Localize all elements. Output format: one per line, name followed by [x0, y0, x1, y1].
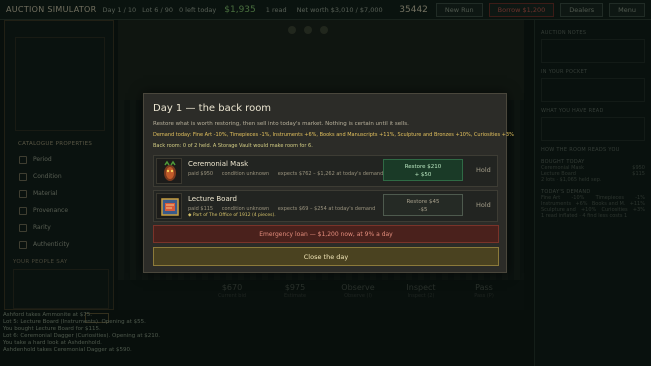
close-day-button[interactable]: Close the day [153, 247, 499, 266]
restore-cost: Restore $45 [406, 199, 440, 205]
item-name: Ceremonial Mask [188, 160, 249, 168]
item-expects: expects $69 – $254 at today's demand [277, 206, 376, 212]
lecture-board-icon [156, 193, 182, 219]
restore-gain: -$5 [418, 207, 428, 213]
item-condition: condition unknown [221, 171, 270, 177]
item-condition: condition unknown [221, 206, 270, 212]
back-room-dialog: Day 1 — the back room Restore what is wo… [143, 93, 514, 273]
hold-button[interactable]: Hold [476, 166, 491, 174]
item-name: Lecture Board [188, 195, 237, 203]
item-paid: paid $115 [188, 206, 214, 212]
dialog-description: Restore what is worth restoring, then se… [153, 121, 409, 127]
hold-button[interactable]: Hold [476, 201, 491, 209]
restore-cost: Restore $210 [404, 164, 442, 170]
room-capacity-line: Back room: 0 of 2 held. A Storage Vault … [153, 143, 313, 149]
demand-line: Demand today: Fine Art -10%, Timepieces … [153, 132, 514, 138]
emergency-loan-button[interactable]: Emergency loan — $1,200 now, at 9% a day [153, 225, 499, 243]
item-expects: expects $762 – $1,262 at today's demand [277, 171, 384, 177]
item-row-ceremonial-mask: Ceremonial Mask paid $950 condition unkn… [153, 155, 498, 187]
item-row-lecture-board: Lecture Board paid $115 condition unknow… [153, 190, 498, 222]
dialog-title: Day 1 — the back room [153, 103, 272, 114]
restore-button[interactable]: Restore $210 + $50 [383, 159, 463, 181]
restore-button[interactable]: Restore $45 -$5 [383, 194, 463, 216]
restore-gain: + $50 [414, 172, 432, 178]
item-meta: paid $950 condition unknown expects $762… [188, 171, 390, 177]
item-paid: paid $950 [188, 171, 214, 177]
set-note: ◆ Part of The Office of 1912 (4 pieces). [188, 213, 276, 218]
item-meta: paid $115 condition unknown expects $69 … [188, 206, 382, 212]
ceremonial-mask-icon [156, 158, 182, 184]
